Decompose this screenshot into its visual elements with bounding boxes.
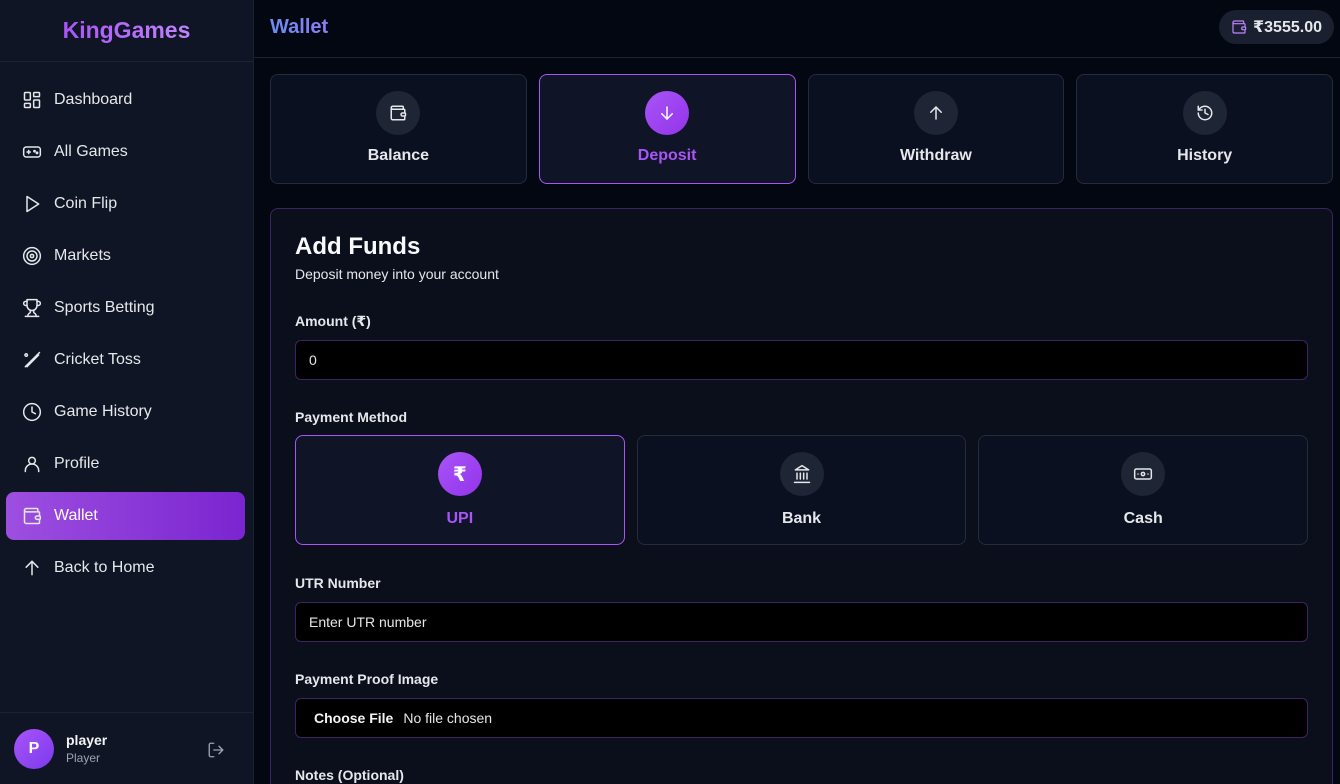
wallet-icon <box>376 91 421 135</box>
dashboard-icon <box>22 90 42 110</box>
sidebar-item-coin-flip[interactable]: Coin Flip <box>6 180 245 228</box>
tab-balance[interactable]: Balance <box>270 74 527 184</box>
sidebar-item-label: Back to Home <box>54 559 155 576</box>
notes-label: Notes (Optional) <box>295 767 404 783</box>
sidebar-item-dashboard[interactable]: Dashboard <box>6 76 245 124</box>
sidebar-item-back-to-home[interactable]: Back to Home <box>6 544 245 592</box>
method-label: Bank <box>781 510 822 527</box>
method-cash[interactable]: Cash <box>978 435 1309 545</box>
top-header: Wallet ₹3555.00 <box>254 0 1340 58</box>
sidebar-item-label: Sports Betting <box>54 299 155 316</box>
sidebar-item-label: Cricket Toss <box>54 351 141 368</box>
tab-label: Withdraw <box>899 147 972 164</box>
sidebar-item-markets[interactable]: Markets <box>6 232 245 280</box>
arrow-up-icon <box>22 558 42 578</box>
card-subtitle: Deposit money into your account <box>295 266 499 282</box>
method-label: UPI <box>446 510 474 527</box>
sidebar-nav: Dashboard All Games Coin Flip Markets Sp… <box>6 76 245 596</box>
balance-amount: ₹3555.00 <box>1253 19 1322 36</box>
sidebar-item-sports-betting[interactable]: Sports Betting <box>6 284 245 332</box>
utr-input[interactable] <box>295 602 1308 642</box>
page-title: Wallet <box>270 16 329 38</box>
cash-icon <box>1121 452 1166 496</box>
payment-method-label: Payment Method <box>295 409 408 425</box>
sidebar-item-label: Coin Flip <box>54 195 118 212</box>
cricket-bat-icon <box>22 350 42 370</box>
amount-input[interactable] <box>295 340 1308 380</box>
wallet-tabs: Balance Deposit Withdraw History <box>270 74 1333 184</box>
payment-methods: ₹ UPI Bank Cash <box>295 435 1309 545</box>
gamepad-icon <box>22 142 42 162</box>
history-icon <box>1182 91 1227 135</box>
user-icon <box>22 454 42 474</box>
user-panel: P player Player <box>0 712 253 784</box>
sidebar-item-all-games[interactable]: All Games <box>6 128 245 176</box>
target-icon <box>22 246 42 266</box>
arrow-up-icon <box>913 91 958 135</box>
sidebar-item-wallet[interactable]: Wallet <box>6 492 245 540</box>
sidebar-item-profile[interactable]: Profile <box>6 440 245 488</box>
sidebar-item-label: All Games <box>54 143 128 160</box>
tab-deposit[interactable]: Deposit <box>538 74 796 184</box>
logout-icon[interactable] <box>207 741 225 759</box>
proof-label: Payment Proof Image <box>295 671 439 687</box>
sidebar-item-label: Dashboard <box>54 91 133 108</box>
user-name: player <box>66 732 108 748</box>
choose-file-button[interactable]: Choose File <box>314 710 393 726</box>
sidebar: KingGames Dashboard All Games Coin Flip … <box>0 0 254 784</box>
clock-icon <box>22 402 42 422</box>
proof-file-input[interactable]: Choose File No file chosen <box>295 698 1308 738</box>
balance-badge[interactable]: ₹3555.00 <box>1219 10 1334 44</box>
tab-withdraw[interactable]: Withdraw <box>807 74 1065 184</box>
file-status: No file chosen <box>403 710 493 726</box>
utr-label: UTR Number <box>295 575 381 591</box>
tab-label: Deposit <box>637 147 697 164</box>
user-role: Player <box>66 751 101 765</box>
wallet-icon <box>1232 20 1247 34</box>
sidebar-item-label: Profile <box>54 455 100 472</box>
brand-logo[interactable]: KingGames <box>0 0 253 62</box>
tab-label: History <box>1177 147 1233 164</box>
trophy-icon <box>22 298 42 318</box>
avatar[interactable]: P <box>14 728 54 769</box>
amount-label: Amount (₹) <box>295 313 371 329</box>
rupee-icon: ₹ <box>437 452 482 496</box>
sidebar-item-label: Game History <box>54 403 152 420</box>
add-funds-card: Add Funds Deposit money into your accoun… <box>270 208 1333 784</box>
method-label: Cash <box>1123 510 1163 527</box>
bank-icon <box>779 452 824 496</box>
sidebar-item-game-history[interactable]: Game History <box>6 388 245 436</box>
brand-name[interactable]: KingGames <box>63 17 191 44</box>
sidebar-item-label: Markets <box>54 247 111 264</box>
arrow-down-icon <box>645 91 690 135</box>
sidebar-item-cricket-toss[interactable]: Cricket Toss <box>6 336 245 384</box>
tab-label: Balance <box>367 147 430 164</box>
card-title: Add Funds <box>295 233 421 260</box>
play-icon <box>22 194 42 214</box>
wallet-icon <box>22 506 42 526</box>
tab-history[interactable]: History <box>1076 74 1333 184</box>
method-upi[interactable]: ₹ UPI <box>295 435 625 545</box>
sidebar-item-label: Wallet <box>54 507 98 524</box>
method-bank[interactable]: Bank <box>636 435 967 545</box>
